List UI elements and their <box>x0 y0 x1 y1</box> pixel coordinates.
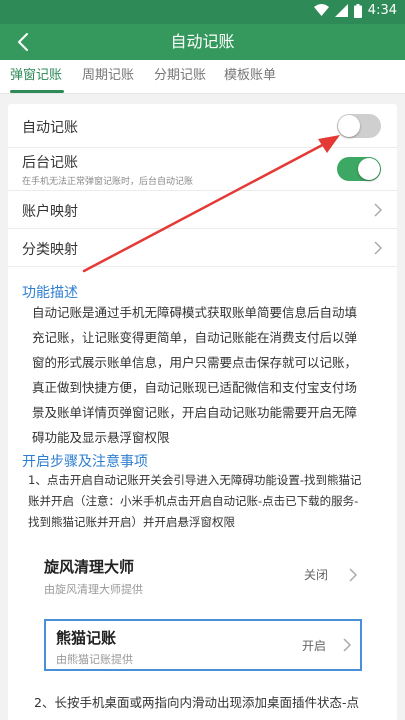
active-tab-indicator <box>10 90 64 93</box>
auto-bookkeeping-toggle[interactable] <box>337 114 381 138</box>
service-provider: 由旋风清理大师提供 <box>44 583 143 596</box>
steps-title: 开启步骤及注意事项 <box>22 454 148 470</box>
description-line: 景及账单详情页弹窗记账，开启自动记账功能需要开启无障 <box>32 405 358 420</box>
toggle-knob <box>358 158 380 180</box>
service-provider: 由熊猫记账提供 <box>56 653 133 666</box>
toggle-knob <box>338 115 360 137</box>
tab-periodic-bookkeeping[interactable]: 周期记账 <box>82 60 134 94</box>
chevron-right-icon <box>374 241 383 255</box>
account-mapping-label: 账户映射 <box>22 204 78 220</box>
step-2-text: 2、长按手机桌面或两指向内滑动出现添加桌面插件状态-点 <box>34 695 359 710</box>
description-line: 碍功能及显示悬浮窗权限 <box>32 430 170 445</box>
category-mapping-label: 分类映射 <box>22 242 78 258</box>
description-line: 真正做到快捷方便，自动记账现已适配微信和支付宝支付场 <box>32 380 358 395</box>
background-bookkeeping-row: 后台记账 在手机无法正常弹窗记账时，后台自动记账 <box>8 148 397 191</box>
description-title: 功能描述 <box>22 285 78 301</box>
cellular-signal-icon <box>334 4 348 17</box>
chevron-right-icon <box>374 203 383 217</box>
step-line: 1、点击开启自动记账开关会引导进入无障碍功能设置-找到熊猫记 <box>28 473 362 487</box>
auto-bookkeeping-label: 自动记账 <box>22 120 78 136</box>
chevron-right-icon <box>343 638 352 652</box>
tab-installment-bookkeeping[interactable]: 分期记账 <box>154 60 206 94</box>
service-item-panda[interactable]: 熊猫记账 由熊猫记账提供 开启 <box>44 619 362 671</box>
step-line: 找到熊猫记账并开启）并开启悬浮窗权限 <box>28 515 235 529</box>
auto-bookkeeping-row: 自动记账 <box>8 104 397 148</box>
tab-template-bills[interactable]: 模板账单 <box>224 60 276 94</box>
chevron-right-icon <box>349 568 358 582</box>
description-line: 自动记账是通过手机无障碍模式获取账单简要信息后自动填 <box>32 305 358 320</box>
step-line: 账并开启（注意：小米手机点击开启自动记账-点击已下载的服务- <box>28 494 359 508</box>
background-bookkeeping-label: 后台记账 <box>22 155 78 171</box>
step-1-text: 1、点击开启自动记账开关会引导进入无障碍功能设置-找到熊猫记 账并开启（注意：小… <box>28 470 388 533</box>
service-item-xuanfeng[interactable]: 旋风清理大师 由旋风清理大师提供 关闭 <box>30 544 370 606</box>
status-icons: 4:34 <box>313 3 397 18</box>
tab-bar: 弹窗记账 周期记账 分期记账 模板账单 <box>0 60 405 94</box>
account-mapping-row[interactable]: 账户映射 <box>8 191 397 229</box>
service-status: 开启 <box>302 639 327 653</box>
service-name: 熊猫记账 <box>56 629 117 647</box>
description-line: 窗的形式展示账单信息，用户只需要点击保存就可以记账， <box>32 355 358 370</box>
service-status: 关闭 <box>304 568 329 582</box>
clock-time: 4:34 <box>367 3 397 18</box>
page-title: 自动记账 <box>170 32 235 51</box>
app-bar: 自动记账 <box>0 24 405 60</box>
battery-icon <box>353 3 362 18</box>
description-line: 充记账，让记账变得更简单，自动记账能在消费支付后以弹 <box>32 330 358 345</box>
category-mapping-row[interactable]: 分类映射 <box>8 229 397 267</box>
status-bar: 4:34 <box>0 0 405 24</box>
background-bookkeeping-toggle[interactable] <box>337 157 381 181</box>
description-text: 自动记账是通过手机无障碍模式获取账单简要信息后自动填 充记账，让记账变得更简单，… <box>32 300 382 450</box>
background-bookkeeping-sublabel: 在手机无法正常弹窗记账时，后台自动记账 <box>22 177 194 187</box>
settings-card: 自动记账 后台记账 在手机无法正常弹窗记账时，后台自动记账 账户映射 分类映射 … <box>8 104 397 720</box>
tab-popup-bookkeeping[interactable]: 弹窗记账 <box>10 60 62 94</box>
service-name: 旋风清理大师 <box>44 558 135 576</box>
wifi-icon <box>313 4 329 16</box>
